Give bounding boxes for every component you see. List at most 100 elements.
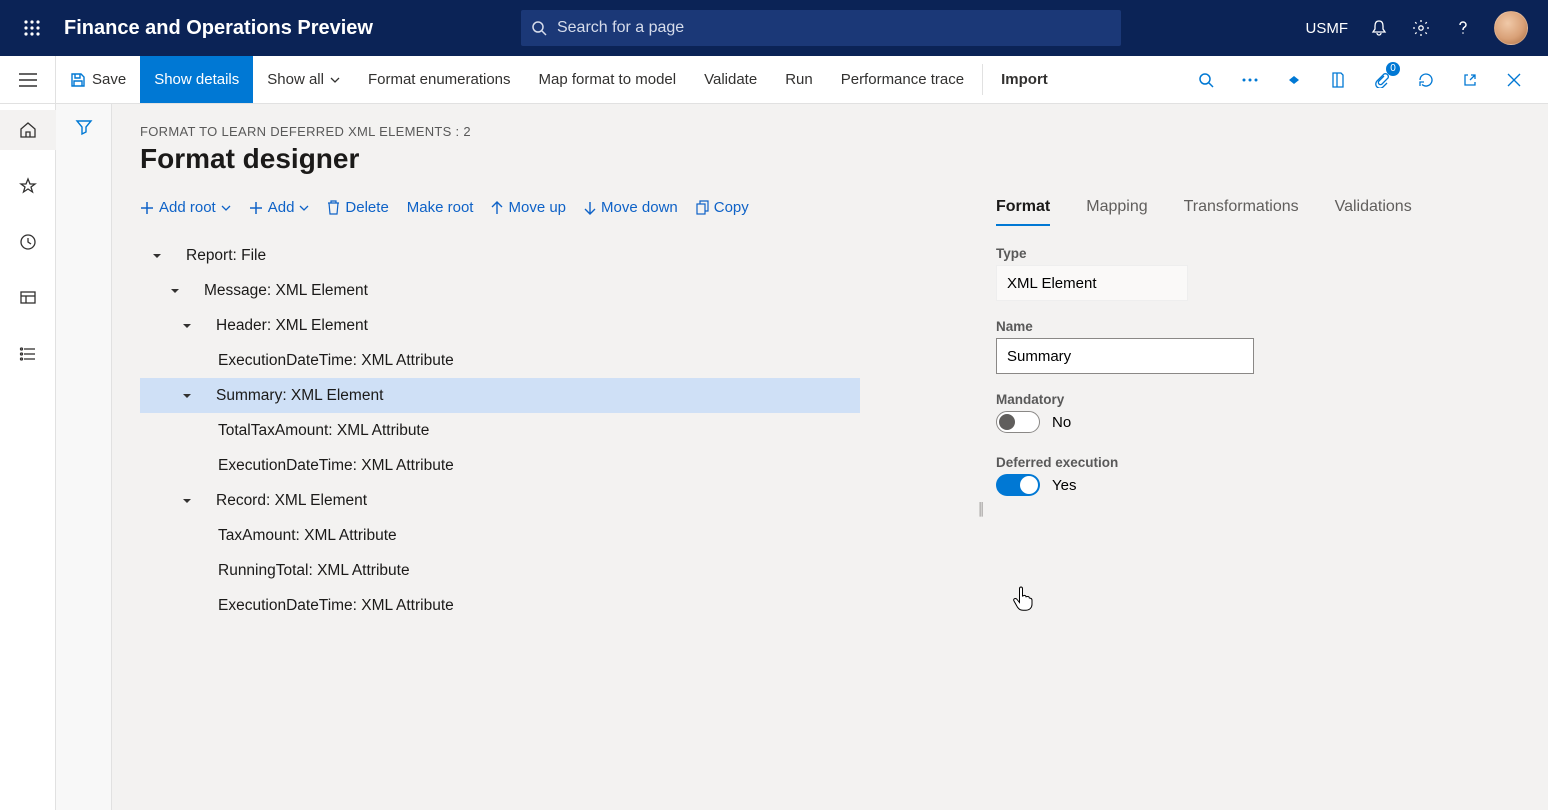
help-button[interactable] [1452, 17, 1474, 39]
hand-cursor-icon [1012, 584, 1036, 612]
connector-button[interactable] [1274, 56, 1314, 104]
save-button[interactable]: Save [56, 56, 140, 103]
tree-node-exec3[interactable]: ExecutionDateTime: XML Attribute [140, 588, 860, 623]
tree-label: Message: XML Element [204, 282, 368, 300]
tree-label: Summary: XML Element [216, 387, 383, 405]
star-icon [19, 177, 37, 195]
notifications-button[interactable] [1368, 17, 1390, 39]
save-icon [70, 72, 86, 88]
validate-button[interactable]: Validate [690, 56, 771, 103]
office-button[interactable] [1318, 56, 1358, 104]
tree-label: Record: XML Element [216, 492, 367, 510]
popout-icon [1463, 73, 1477, 87]
deferred-toggle[interactable] [996, 474, 1040, 496]
delete-button[interactable]: Delete [327, 199, 388, 216]
delete-label: Delete [345, 199, 388, 216]
book-icon [1331, 72, 1345, 88]
validate-label: Validate [704, 71, 757, 88]
more-actions-button[interactable] [1230, 56, 1270, 104]
name-input[interactable] [996, 338, 1254, 374]
performance-trace-button[interactable]: Performance trace [827, 56, 978, 103]
plus-icon [140, 201, 154, 215]
tree-node-exec1[interactable]: ExecutionDateTime: XML Attribute [140, 343, 860, 378]
tree-node-record[interactable]: Record: XML Element [140, 483, 860, 518]
caret-icon [150, 252, 164, 260]
tab-validations[interactable]: Validations [1335, 198, 1412, 226]
refresh-button[interactable] [1406, 56, 1446, 104]
splitter-handle[interactable]: ║ [977, 502, 986, 516]
find-button[interactable] [1186, 56, 1226, 104]
tree-label: TotalTaxAmount: XML Attribute [218, 422, 429, 440]
nav-toggle-button[interactable] [0, 56, 56, 104]
caret-icon [180, 322, 194, 330]
user-avatar[interactable] [1494, 11, 1528, 45]
import-button[interactable]: Import [987, 56, 1062, 103]
hamburger-icon [19, 73, 37, 87]
tree-node-summary[interactable]: Summary: XML Element [140, 378, 860, 413]
make-root-label: Make root [407, 199, 474, 216]
attachments-button[interactable]: 0 [1362, 56, 1402, 104]
tree-node-totaltax[interactable]: TotalTaxAmount: XML Attribute [140, 413, 860, 448]
action-pane: Save Show details Show all Format enumer… [0, 56, 1548, 104]
tree-label: TaxAmount: XML Attribute [218, 527, 397, 545]
show-all-button[interactable]: Show all [253, 56, 354, 103]
tab-mapping[interactable]: Mapping [1086, 198, 1147, 226]
global-search[interactable]: Search for a page [521, 10, 1121, 46]
perf-trace-label: Performance trace [841, 71, 964, 88]
add-root-button[interactable]: Add root [140, 199, 231, 216]
main-content: FORMAT TO LEARN DEFERRED XML ELEMENTS : … [112, 104, 1548, 810]
move-up-button[interactable]: Move up [491, 199, 566, 216]
tree-label: ExecutionDateTime: XML Attribute [218, 352, 454, 370]
make-root-button[interactable]: Make root [407, 199, 474, 216]
tree-node-exec2[interactable]: ExecutionDateTime: XML Attribute [140, 448, 860, 483]
show-all-label: Show all [267, 71, 324, 88]
search-icon [531, 20, 547, 36]
format-enumerations-button[interactable]: Format enumerations [354, 56, 525, 103]
add-label: Add [268, 199, 295, 216]
run-label: Run [785, 71, 813, 88]
close-icon [1507, 73, 1521, 87]
tree-label: ExecutionDateTime: XML Attribute [218, 457, 454, 475]
type-label: Type [996, 246, 1416, 261]
map-format-button[interactable]: Map format to model [525, 56, 691, 103]
tree-node-report[interactable]: Report: File [140, 238, 860, 273]
nav-workspaces[interactable] [0, 278, 56, 318]
tree-label: ExecutionDateTime: XML Attribute [218, 597, 454, 615]
tree-node-header[interactable]: Header: XML Element [140, 308, 860, 343]
caret-icon [168, 287, 182, 295]
nav-favorites[interactable] [0, 166, 56, 206]
move-down-label: Move down [601, 199, 678, 216]
nav-modules[interactable] [0, 334, 56, 374]
refresh-icon [1418, 72, 1434, 88]
tab-format[interactable]: Format [996, 198, 1050, 226]
app-launcher-button[interactable] [8, 0, 56, 56]
close-button[interactable] [1494, 56, 1534, 104]
chevron-down-icon [299, 205, 309, 211]
nav-recent[interactable] [0, 222, 56, 262]
filter-button[interactable] [75, 118, 93, 810]
tree-node-message[interactable]: Message: XML Element [140, 273, 860, 308]
tree-label: Header: XML Element [216, 317, 368, 335]
move-down-button[interactable]: Move down [584, 199, 678, 216]
add-button[interactable]: Add [249, 199, 310, 216]
settings-button[interactable] [1410, 17, 1432, 39]
caret-icon [180, 392, 194, 400]
page-title: Format designer [140, 143, 1536, 175]
deferred-label: Deferred execution [996, 455, 1416, 470]
copy-icon [696, 200, 709, 215]
show-details-button[interactable]: Show details [140, 56, 253, 103]
run-button[interactable]: Run [771, 56, 827, 103]
tree-node-runningtotal[interactable]: RunningTotal: XML Attribute [140, 553, 860, 588]
property-tabs: Format Mapping Transformations Validatio… [996, 198, 1416, 226]
type-value: XML Element [996, 265, 1188, 301]
trash-icon [327, 200, 340, 215]
nav-home[interactable] [0, 110, 56, 150]
company-picker[interactable]: USMF [1306, 20, 1349, 37]
tab-transformations[interactable]: Transformations [1184, 198, 1299, 226]
funnel-icon [75, 118, 93, 136]
mandatory-toggle[interactable] [996, 411, 1040, 433]
tree-node-taxamount[interactable]: TaxAmount: XML Attribute [140, 518, 860, 553]
copy-button[interactable]: Copy [696, 199, 749, 216]
popout-button[interactable] [1450, 56, 1490, 104]
deferred-value: Yes [1052, 477, 1076, 494]
